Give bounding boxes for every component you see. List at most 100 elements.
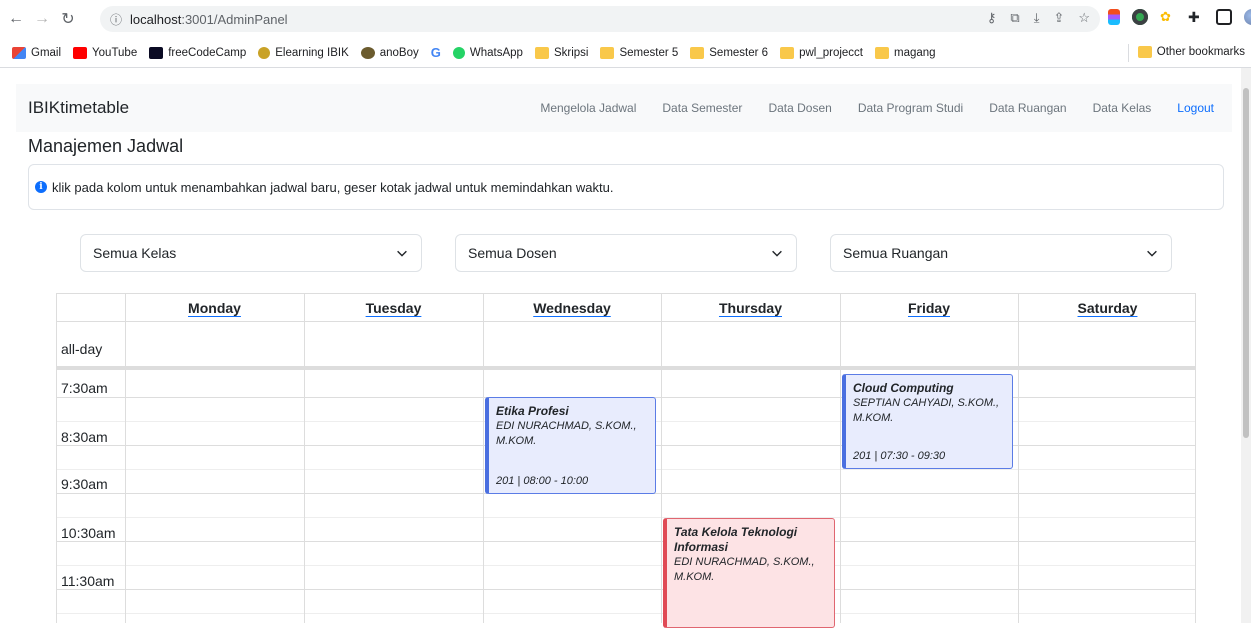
bookmark-skripsi[interactable]: Skripsi: [534, 46, 589, 59]
share-icon[interactable]: ⇪: [1053, 10, 1064, 26]
bookmark-label: Gmail: [31, 46, 62, 59]
extension-record-icon[interactable]: [1132, 9, 1148, 25]
filter-dosen-value: Semua Dosen: [468, 245, 557, 261]
other-bookmarks[interactable]: Other bookmarks: [1137, 46, 1245, 58]
address-bar[interactable]: ⓘ localhost:3001/AdminPanel ⚷ ⧉ ⤓ ⇪ ☆: [100, 6, 1100, 32]
elearning-icon: [258, 46, 271, 59]
open-in-app-icon[interactable]: ⧉: [1010, 10, 1019, 26]
nav-logout[interactable]: Logout: [1177, 101, 1214, 115]
figma-extension-icon[interactable]: [1108, 9, 1120, 25]
nav-data-semester[interactable]: Data Semester: [662, 101, 742, 115]
extension-leaf-icon[interactable]: ✿: [1160, 9, 1176, 25]
extensions-puzzle-icon[interactable]: ✚: [1188, 9, 1204, 25]
day-header-monday[interactable]: Monday: [125, 294, 304, 322]
page-title: Manajemen Jadwal: [28, 136, 184, 156]
bookmark-label: anoBoy: [379, 46, 419, 59]
youtube-icon: [73, 46, 88, 59]
day-header-friday[interactable]: Friday: [840, 294, 1018, 322]
bookmark-gmail[interactable]: Gmail: [12, 46, 62, 59]
google-icon: G: [430, 45, 441, 60]
browser-toolbar: ← → ↻ ⓘ localhost:3001/AdminPanel ⚷ ⧉ ⤓ …: [0, 0, 1251, 38]
gmail-icon: [12, 46, 26, 59]
chevron-down-icon: [1147, 250, 1157, 257]
time-label: 7:30am: [61, 380, 108, 396]
nav-data-dosen[interactable]: Data Dosen: [768, 101, 831, 115]
bookmark-separator: [1128, 44, 1129, 62]
url-path: :3001/AdminPanel: [181, 11, 288, 27]
bookmark-anoboy[interactable]: anoBoy: [360, 46, 419, 59]
bookmark-label: Skripsi: [553, 46, 589, 59]
back-icon[interactable]: ←: [6, 9, 26, 29]
day-header-thursday[interactable]: Thursday: [661, 294, 840, 322]
slot-divider: [57, 589, 1195, 590]
page-scrollbar[interactable]: [1241, 68, 1251, 623]
folder-icon: [1137, 46, 1152, 58]
bookmark-label: Other bookmarks: [1156, 46, 1245, 58]
day-header-wednesday[interactable]: Wednesday: [483, 294, 661, 322]
forward-icon[interactable]: →: [32, 9, 52, 29]
brand-logo-text[interactable]: IBIKtimetable: [28, 98, 129, 118]
nav-data-kelas[interactable]: Data Kelas: [1093, 101, 1152, 115]
bookmark-youtube[interactable]: YouTube: [73, 46, 137, 59]
filter-ruangan-value: Semua Ruangan: [843, 245, 949, 261]
column-divider: [304, 294, 305, 623]
bookmark-semester6[interactable]: Semester 6: [690, 46, 768, 59]
scrollbar-thumb[interactable]: [1243, 88, 1249, 438]
bookmark-elearning[interactable]: Elearning IBIK: [258, 46, 349, 59]
event-card-cloud-computing[interactable]: Cloud Computing SEPTIAN CAHYADI, S.KOM.,…: [842, 374, 1013, 469]
nav-data-ruangan[interactable]: Data Ruangan: [989, 101, 1066, 115]
install-icon[interactable]: ⤓: [1034, 10, 1040, 26]
folder-icon: [875, 46, 889, 59]
bookmarks-bar: Gmail YouTube freeCodeCamp Elearning IBI…: [0, 38, 1251, 68]
filter-kelas-value: Semua Kelas: [93, 245, 177, 261]
column-divider: [840, 294, 841, 623]
column-divider: [125, 294, 126, 623]
allday-label: all-day: [61, 341, 103, 357]
whatsapp-icon: [452, 46, 465, 59]
side-panel-icon[interactable]: [1216, 9, 1232, 25]
nav-mengelola-jadwal[interactable]: Mengelola Jadwal: [540, 101, 636, 115]
bookmark-google[interactable]: G: [431, 45, 441, 60]
chevron-down-icon: [772, 250, 782, 257]
profile-avatar-icon[interactable]: [1244, 9, 1251, 25]
bookmark-star-icon[interactable]: ☆: [1078, 10, 1090, 26]
anoboy-icon: [360, 46, 375, 59]
slot-divider: [57, 565, 1195, 566]
bookmark-label: pwl_projecct: [799, 46, 863, 59]
event-card-tata-kelola-ti[interactable]: Tata Kelola Teknologi Informasi EDI NURA…: [663, 518, 835, 628]
key-icon[interactable]: ⚷: [987, 10, 997, 26]
event-room-time: 201 | 07:30 - 09:30: [853, 450, 946, 462]
slot-divider: [57, 517, 1195, 518]
filter-ruangan-select[interactable]: Semua Ruangan: [830, 234, 1172, 272]
folder-icon: [600, 46, 615, 59]
reload-icon[interactable]: ↻: [58, 9, 78, 29]
site-info-icon[interactable]: ⓘ: [110, 11, 122, 28]
bookmark-label: Semester 5: [619, 46, 679, 59]
allday-row[interactable]: all-day: [57, 322, 1195, 370]
filter-dosen-select[interactable]: Semua Dosen: [455, 234, 797, 272]
folder-icon: [690, 46, 705, 59]
slot-divider: [57, 541, 1195, 542]
event-card-etika-profesi[interactable]: Etika Profesi EDI NURACHMAD, S.KOM., M.K…: [485, 397, 656, 494]
bookmark-semester5[interactable]: Semester 5: [600, 46, 679, 59]
chevron-down-icon: [397, 250, 407, 257]
bookmark-magang[interactable]: magang: [875, 46, 936, 59]
bookmark-whatsapp[interactable]: WhatsApp: [452, 46, 523, 59]
day-header-tuesday[interactable]: Tuesday: [304, 294, 483, 322]
bookmark-label: WhatsApp: [469, 46, 523, 59]
slot-divider: [57, 613, 1195, 614]
calendar-header: Monday Tuesday Wednesday Thursday Friday…: [57, 294, 1195, 322]
bookmark-freecodecamp[interactable]: freeCodeCamp: [149, 46, 246, 59]
time-label: 10:30am: [61, 525, 116, 541]
filter-kelas-select[interactable]: Semua Kelas: [80, 234, 422, 272]
nav-links: Mengelola Jadwal Data Semester Data Dose…: [540, 84, 1214, 132]
event-title: Cloud Computing: [853, 381, 954, 395]
column-divider: [483, 294, 484, 623]
nav-data-program-studi[interactable]: Data Program Studi: [858, 101, 963, 115]
event-lecturer: EDI NURACHMAD, S.KOM., M.KOM.: [674, 556, 815, 583]
time-label: 11:30am: [61, 573, 115, 589]
event-title: Tata Kelola Teknologi Informasi: [674, 525, 798, 554]
bookmark-pwl[interactable]: pwl_projecct: [780, 46, 863, 59]
event-room-time: 201 | 08:00 - 10:00: [496, 475, 589, 487]
day-header-saturday[interactable]: Saturday: [1018, 294, 1197, 322]
